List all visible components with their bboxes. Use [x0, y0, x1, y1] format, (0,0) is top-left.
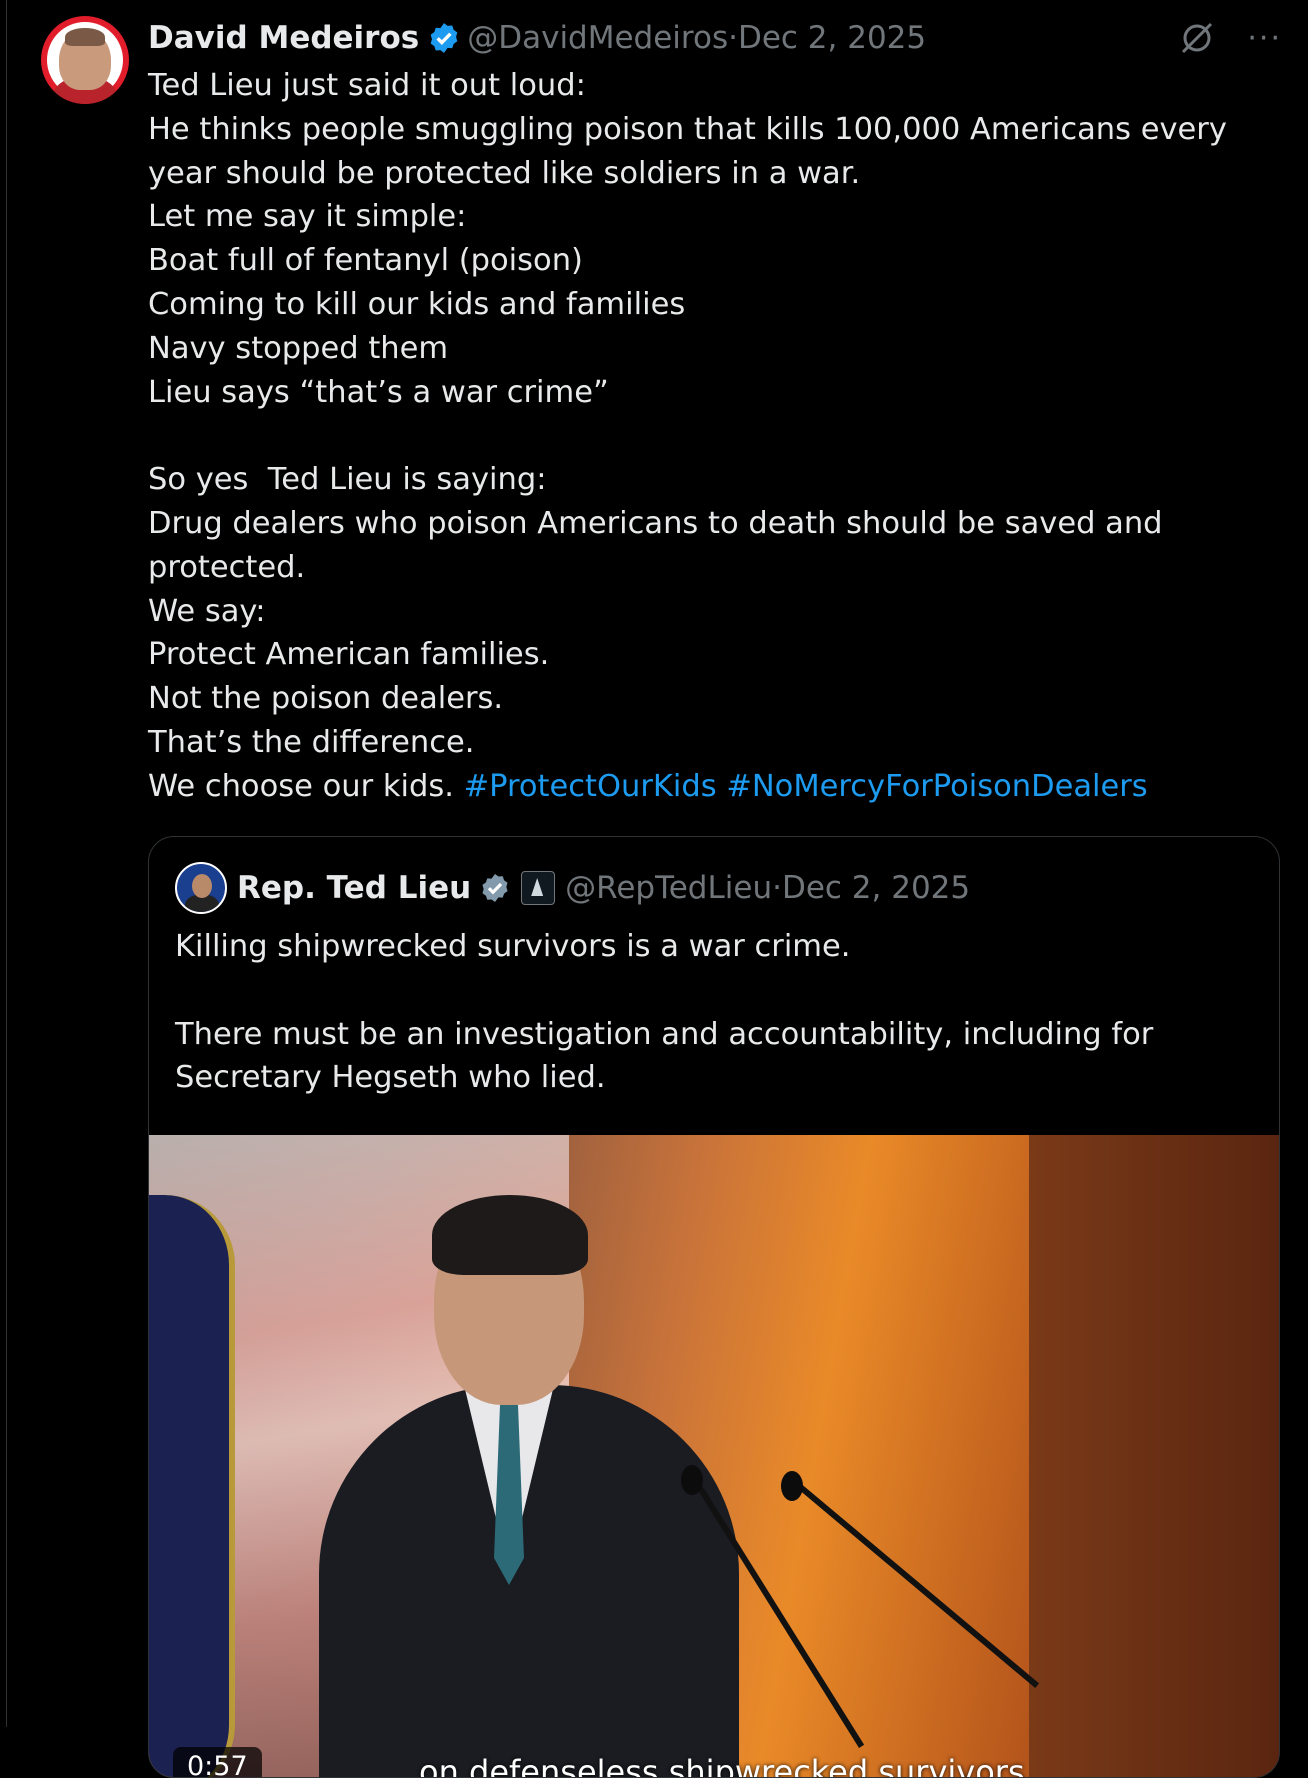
microphone-head	[781, 1471, 803, 1501]
quoted-post-text: Killing shipwrecked survivors is a war c…	[175, 929, 1154, 1096]
microphone	[790, 1477, 1040, 1688]
quoted-author-handle[interactable]: @RepTedLieu	[565, 870, 772, 906]
microphone-head	[681, 1465, 703, 1495]
post-header: David Medeiros @DavidMedeiros · Dec 2, 2…	[148, 16, 926, 60]
hashtag-link[interactable]: #NoMercyForPoisonDealers	[726, 769, 1147, 804]
quoted-post-date[interactable]: Dec 2, 2025	[782, 870, 970, 906]
verified-badge-icon[interactable]	[427, 21, 461, 55]
speaker-hair	[432, 1195, 588, 1275]
date-separator: ·	[728, 20, 738, 56]
quoted-author-name[interactable]: Rep. Ted Lieu	[237, 870, 471, 906]
video-caption: on defenseless shipwrecked survivors	[419, 1753, 1025, 1778]
house-seal-banner	[149, 1195, 235, 1777]
author-handle[interactable]: @DavidMedeiros	[467, 20, 728, 56]
post-actions: ···	[1177, 18, 1282, 58]
timeline-border	[6, 0, 7, 1727]
avatar[interactable]	[41, 16, 129, 104]
quoted-avatar[interactable]	[175, 862, 227, 914]
video-player[interactable]: 0:57 on defenseless shipwrecked survivor…	[149, 1135, 1279, 1778]
grok-icon[interactable]	[1177, 18, 1217, 58]
post-date[interactable]: Dec 2, 2025	[738, 20, 926, 56]
post-text: Ted Lieu just said it out loud: He think…	[148, 64, 1278, 809]
quoted-post-header: Rep. Ted Lieu @RepTedLieu · Dec 2, 2025	[175, 862, 970, 914]
quoted-post[interactable]: Rep. Ted Lieu @RepTedLieu · Dec 2, 2025 …	[148, 836, 1280, 1778]
video-wall	[1029, 1135, 1279, 1777]
more-icon[interactable]: ···	[1247, 21, 1282, 56]
hashtag-link[interactable]: #ProtectOurKids	[464, 769, 717, 804]
post-body: Ted Lieu just said it out loud: He think…	[148, 68, 1227, 804]
date-separator: ·	[772, 870, 782, 906]
author-name[interactable]: David Medeiros	[148, 20, 419, 56]
government-badge-icon	[521, 871, 556, 905]
video-duration: 0:57	[173, 1747, 262, 1777]
verified-badge-icon[interactable]	[479, 872, 511, 904]
